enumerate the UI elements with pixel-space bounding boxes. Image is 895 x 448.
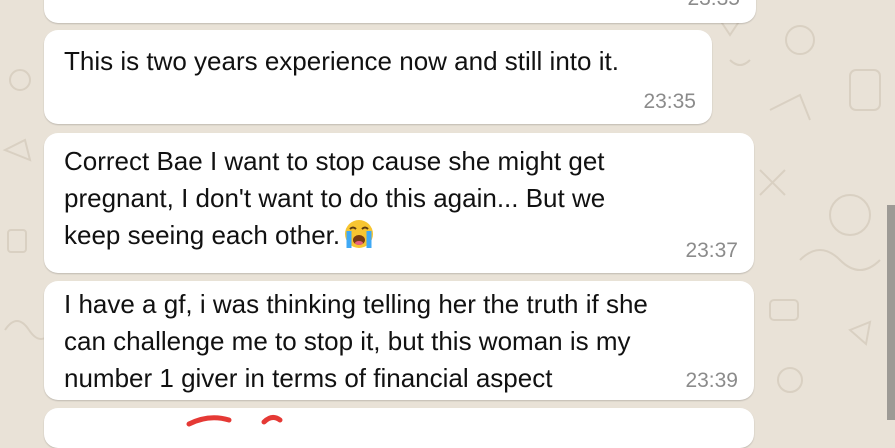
chat-thread[interactable]: 23:35 This is two years experience now a…: [0, 0, 895, 448]
message-text: Correct Bae I want to stop cause she mig…: [64, 143, 605, 254]
message-timestamp: 23:37: [685, 239, 738, 262]
message-bubble[interactable]: This is two years experience now and sti…: [44, 30, 712, 124]
scrollbar[interactable]: [887, 205, 895, 420]
message-text: I have a gf, i was thinking telling her …: [64, 289, 648, 393]
message-timestamp: 23:35: [687, 0, 740, 11]
message-timestamp: 23:39: [685, 369, 738, 392]
message-bubble[interactable]: Correct Bae I want to stop cause she mig…: [44, 133, 754, 273]
message-text-body: Correct Bae I want to stop cause she mig…: [64, 146, 606, 250]
message-bubble[interactable]: I have a gf, i was thinking telling her …: [44, 281, 754, 400]
message-bubble[interactable]: [44, 408, 754, 448]
loudly-crying-face-icon: [345, 220, 374, 248]
red-annotation-mark: [186, 414, 283, 427]
message-text: This is two years experience now and sti…: [64, 46, 619, 76]
message-bubble[interactable]: 23:35: [44, 0, 756, 23]
message-timestamp: 23:35: [643, 90, 696, 113]
